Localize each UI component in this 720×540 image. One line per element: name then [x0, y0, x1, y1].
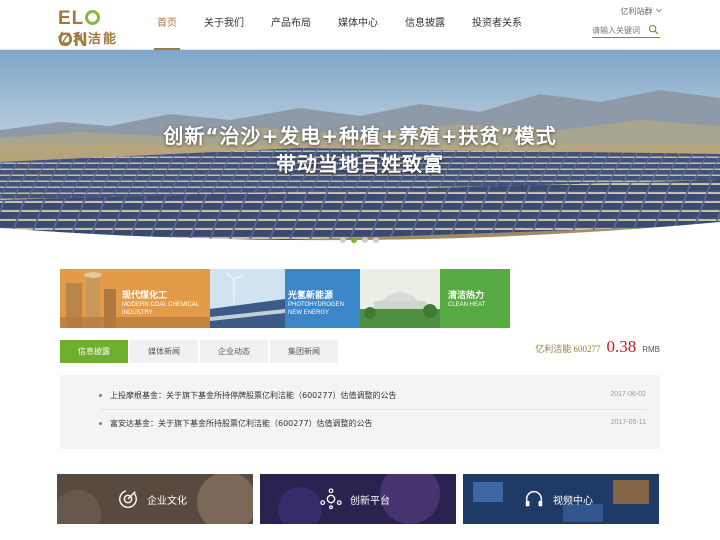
- category-subtitle-2: NEW ENERGY: [288, 310, 330, 316]
- category-title: 光氢新能源: [288, 291, 334, 301]
- stock-ticker: 亿利洁能 600277 0.38 RMB: [535, 337, 660, 357]
- category-subtitle-1: PHOTOHYDROGEN: [288, 302, 344, 308]
- news-date: 2017-05-11: [610, 419, 646, 426]
- carousel-dots: [340, 237, 384, 243]
- search-input[interactable]: [592, 23, 646, 37]
- tab-disclosure[interactable]: 信息披露: [60, 340, 128, 363]
- category-coal-chemical[interactable]: 现代煤化工 MODERN COAL CHEMICAL INDUSTRY: [60, 269, 210, 328]
- list-item[interactable]: 富安达基金：关于旗下基金所持股票亿利洁能（600277）估值调整的公告 2017…: [99, 410, 646, 438]
- headset-icon: [525, 491, 543, 507]
- category-subtitle-2: INDUSTRY: [122, 310, 153, 316]
- category-clean-heat[interactable]: 清洁热力 CLEAN HEAT: [360, 269, 510, 328]
- banner-subheadline: 带动当地百姓致富: [276, 152, 444, 176]
- photohydrogen-solar-image: [210, 269, 360, 328]
- culture-icon: [119, 490, 137, 508]
- tab-company-updates[interactable]: 企业动态: [200, 340, 268, 363]
- news-title[interactable]: 富安达基金：关于旗下基金所持股票亿利洁能（600277）估值调整的公告: [110, 418, 373, 429]
- news-tabs: 信息披露 媒体新闻 企业动态 集团新闻: [60, 340, 340, 363]
- news-date: 2017-06-02: [610, 391, 646, 398]
- stock-currency: RMB: [642, 345, 660, 354]
- carousel-dot-1[interactable]: [340, 237, 346, 243]
- banner-headline: 创新“治沙+发电+种植+养殖+扶贫”模式: [163, 124, 557, 148]
- category-subtitle-1: MODERN COAL CHEMICAL: [122, 302, 200, 308]
- bullet: [99, 394, 102, 397]
- site-header: ELON 亿利洁能 首页 关于我们 产品布局 媒体中心 信息披露 投资者关系 亿…: [0, 0, 720, 51]
- nav-disclosure[interactable]: 信息披露: [398, 0, 452, 50]
- site-group-label: 亿利站群: [620, 7, 653, 16]
- tile-label: 视频中心: [553, 496, 593, 507]
- network-icon: [320, 488, 342, 510]
- nav-investors[interactable]: 投资者关系: [465, 0, 529, 50]
- feature-tiles: 企业文化 创新平台 视频中心: [57, 474, 659, 524]
- news-list: 上投摩根基金：关于旗下基金所持停牌股票亿利洁能（600277）估值调整的公告 2…: [60, 375, 660, 449]
- nav-about[interactable]: 关于我们: [197, 0, 251, 50]
- carousel-dot-4[interactable]: [373, 237, 379, 243]
- stock-price: 0.38: [606, 337, 637, 356]
- logo-o-ring: [85, 10, 101, 25]
- stock-name: 亿利洁能 600277: [535, 344, 601, 354]
- hero-banner[interactable]: 创新“治沙+发电+种植+养殖+扶贫”模式 带动当地百姓致富: [0, 50, 720, 250]
- category-title: 现代煤化工: [122, 291, 168, 301]
- tab-media-news[interactable]: 媒体新闻: [130, 340, 198, 363]
- nav-media[interactable]: 媒体中心: [331, 0, 385, 50]
- tile-video-center[interactable]: 视频中心: [463, 474, 659, 524]
- nav-home[interactable]: 首页: [150, 0, 184, 50]
- category-photohydrogen[interactable]: 光氢新能源 PHOTOHYDROGEN NEW ENERGY: [210, 269, 360, 328]
- list-item[interactable]: 上投摩根基金：关于旗下基金所持停牌股票亿利洁能（600277）估值调整的公告 2…: [99, 382, 646, 410]
- news-title[interactable]: 上投摩根基金：关于旗下基金所持停牌股票亿利洁能（600277）估值调整的公告: [110, 390, 397, 401]
- category-title: 清洁热力: [448, 291, 485, 301]
- site-group-dropdown[interactable]: 亿利站群: [620, 6, 662, 17]
- search-icon[interactable]: [648, 24, 659, 35]
- bullet: [99, 422, 102, 425]
- carousel-dot-3[interactable]: [362, 237, 368, 243]
- tile-label: 企业文化: [147, 496, 187, 507]
- tile-corporate-culture[interactable]: 企业文化: [57, 474, 253, 524]
- carousel-dot-2[interactable]: [351, 237, 357, 243]
- chevron-down-icon: [656, 8, 662, 13]
- category-subtitle-1: CLEAN HEAT: [448, 302, 486, 308]
- tile-label: 创新平台: [350, 496, 390, 507]
- logo-chinese-name: 亿利洁能: [58, 32, 119, 47]
- tab-group-news[interactable]: 集团新闻: [270, 340, 338, 363]
- tile-innovation-platform[interactable]: 创新平台: [260, 474, 456, 524]
- clean-heat-plant-image: [360, 269, 510, 328]
- logo[interactable]: ELON 亿利洁能: [58, 8, 128, 51]
- search-box: [592, 22, 660, 38]
- main-nav: 首页 关于我们 产品布局 媒体中心 信息披露 投资者关系: [150, 0, 542, 50]
- business-categories: 现代煤化工 MODERN COAL CHEMICAL INDUSTRY 光氢新能…: [60, 269, 510, 328]
- nav-products[interactable]: 产品布局: [264, 0, 318, 50]
